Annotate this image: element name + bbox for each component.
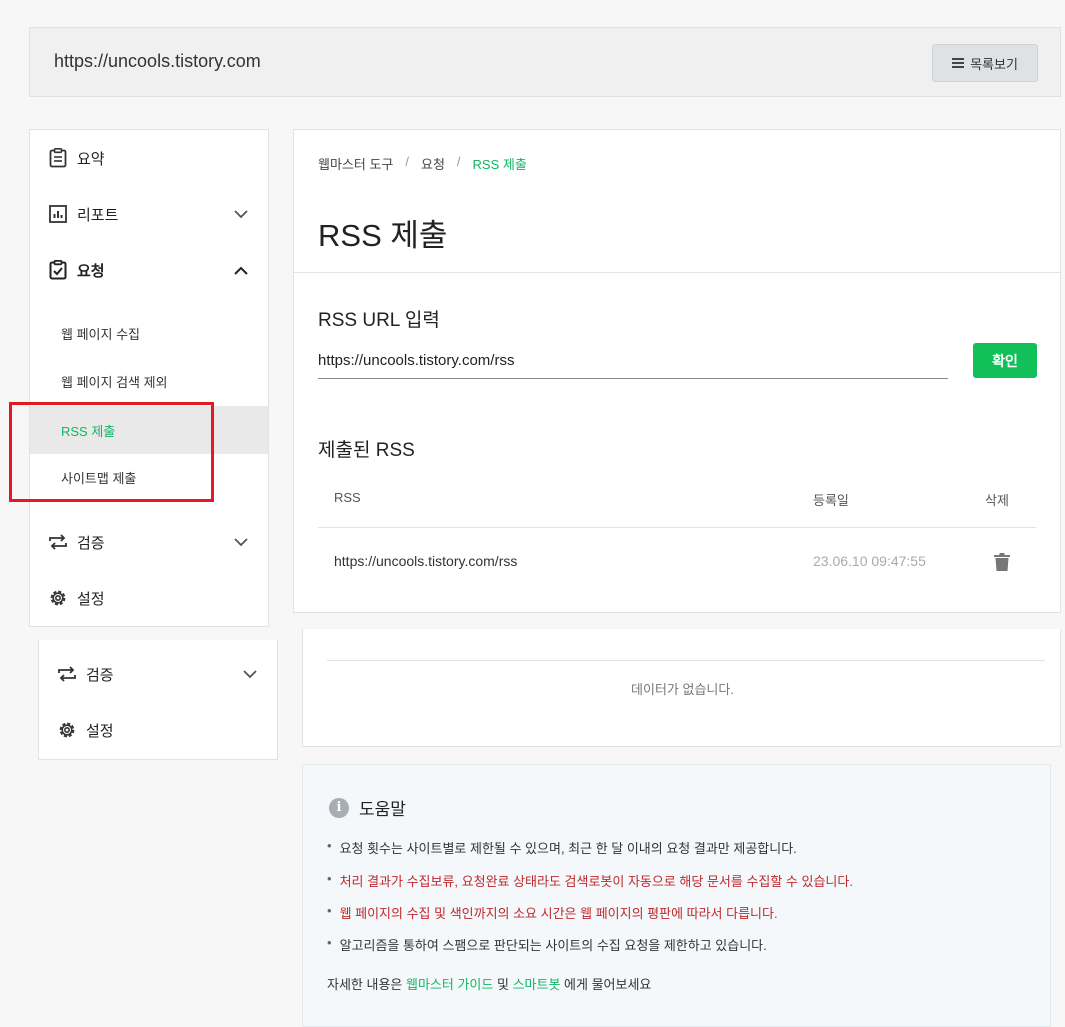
rss-url-input[interactable] — [318, 342, 948, 379]
chevron-down-icon — [243, 667, 257, 681]
help-item-text: 요청 횟수는 사이트별로 제한될 수 있으며, 최근 한 달 이내의 요청 결과… — [339, 841, 797, 856]
chevron-up-icon — [234, 263, 248, 277]
sidebar-item-verify[interactable]: 검증 — [30, 522, 268, 562]
empty-data-text: 데이터가 없습니다. — [631, 682, 734, 697]
sidebar-item-label: 리포트 — [77, 206, 119, 224]
help-footer-text: 및 — [496, 977, 509, 992]
bullet: • — [327, 871, 332, 886]
sub-item-web-page-collect[interactable]: 웹 페이지 수집 — [30, 309, 268, 357]
table-cell-rss: https://uncools.tistory.com/rss — [334, 553, 518, 569]
help-item: • 웹 페이지의 수집 및 색인까지의 소요 시간은 웹 페이지의 평판에 따라… — [327, 903, 778, 922]
bullet: • — [327, 903, 332, 918]
sidebar: 요약 리포트 요청 웹 페이지 수집 웹 페이지 검색 제외 RSS 제출 사이… — [29, 129, 269, 627]
column-header-date: 등록일 — [813, 493, 849, 508]
sidebar-duplicate: 검증 설정 — [38, 640, 278, 760]
site-url: https://uncools.tistory.com — [54, 51, 261, 71]
table-divider — [318, 527, 1036, 528]
sidebar-item-settings[interactable]: 설정 — [30, 578, 268, 618]
table-divider — [327, 660, 1045, 661]
breadcrumb-separator: / — [405, 154, 409, 169]
confirm-button[interactable]: 확인 — [973, 343, 1037, 378]
submitted-rss-title: 제출된 RSS — [318, 440, 415, 461]
help-item-text: 처리 결과가 수집보류, 요청완료 상태라도 검색로봇이 자동으로 해당 문서를… — [339, 874, 853, 889]
column-header-rss: RSS — [334, 490, 361, 505]
sub-item-label: RSS 제출 — [61, 423, 116, 439]
breadcrumb-current: RSS 제출 — [472, 157, 527, 172]
repeat-arrows-icon — [48, 532, 68, 552]
breadcrumb-item[interactable]: 웹마스터 도구 — [318, 154, 393, 173]
sub-item-rss-submit[interactable]: RSS 제출 — [30, 406, 268, 454]
bar-chart-icon — [48, 204, 68, 224]
sub-item-label: 웹 페이지 검색 제외 — [61, 374, 168, 390]
list-view-label: 목록보기 — [970, 56, 1018, 72]
gear-icon — [57, 720, 77, 740]
main-panel: 웹마스터 도구 / 요청 / RSS 제출 RSS 제출 RSS URL 입력 … — [293, 129, 1061, 613]
chevron-down-icon — [234, 207, 248, 221]
sidebar-item-label: 설정 — [86, 722, 114, 740]
repeat-arrows-icon — [57, 664, 77, 684]
bullet: • — [327, 935, 332, 950]
help-panel: i 도움말 • 요청 횟수는 사이트별로 제한될 수 있으며, 최근 한 달 이… — [302, 764, 1051, 1027]
help-item-text: 웹 페이지의 수집 및 색인까지의 소요 시간은 웹 페이지의 평판에 따라서 … — [339, 906, 778, 921]
list-view-button[interactable]: 목록보기 — [932, 44, 1038, 82]
info-icon: i — [329, 797, 349, 818]
sidebar-item-summary[interactable]: 요약 — [30, 138, 268, 178]
trash-icon[interactable] — [994, 553, 1010, 571]
sidebar-item-request[interactable]: 요청 — [30, 250, 268, 290]
sidebar-item-label: 설정 — [77, 590, 105, 608]
help-footer-text: 에게 물어보세요 — [564, 977, 652, 992]
help-title: 도움말 — [359, 800, 406, 819]
page-title: RSS 제출 — [318, 218, 448, 253]
divider — [294, 272, 1060, 273]
help-item: • 요청 횟수는 사이트별로 제한될 수 있으며, 최근 한 달 이내의 요청 … — [327, 838, 797, 857]
empty-data-panel: 데이터가 없습니다. — [302, 629, 1061, 747]
webmaster-guide-link[interactable]: 웹마스터 가이드 — [406, 977, 493, 992]
help-item: • 알고리즘을 통하여 스팸으로 판단되는 사이트의 수집 요청을 제한하고 있… — [327, 935, 767, 954]
sub-item-sitemap-submit[interactable]: 사이트맵 제출 — [30, 453, 268, 501]
bullet: • — [327, 838, 332, 853]
smartbot-link[interactable]: 스마트봇 — [513, 977, 561, 992]
breadcrumb-separator: / — [456, 154, 461, 169]
sidebar-item-label: 검증 — [77, 534, 105, 552]
help-header: i 도움말 — [329, 795, 406, 820]
help-item: • 처리 결과가 수집보류, 요청완료 상태라도 검색로봇이 자동으로 해당 문… — [327, 871, 853, 890]
help-item-text: 알고리즘을 통하여 스팸으로 판단되는 사이트의 수집 요청을 제한하고 있습니… — [339, 938, 767, 953]
help-footer-text: 자세한 내용은 — [327, 977, 403, 992]
top-bar: https://uncools.tistory.com 목록보기 — [29, 27, 1061, 97]
sidebar-item-label: 검증 — [86, 666, 114, 684]
sidebar-item-report[interactable]: 리포트 — [30, 194, 268, 234]
rss-input-label: RSS URL 입력 — [318, 310, 440, 331]
clipboard-icon — [48, 148, 68, 168]
list-icon — [952, 58, 965, 68]
gear-icon — [48, 588, 68, 608]
sub-item-web-page-exclude[interactable]: 웹 페이지 검색 제외 — [30, 357, 268, 405]
sidebar-item-label: 요약 — [77, 150, 105, 168]
sub-item-label: 웹 페이지 수집 — [61, 326, 140, 342]
chevron-down-icon — [234, 535, 248, 549]
checkbox-clipboard-icon — [48, 260, 68, 280]
sub-item-label: 사이트맵 제출 — [61, 470, 137, 486]
breadcrumb-item[interactable]: 요청 — [421, 154, 445, 173]
breadcrumb: 웹마스터 도구 / 요청 / RSS 제출 — [318, 154, 527, 173]
sidebar-item-label: 요청 — [77, 262, 105, 280]
column-header-delete: 삭제 — [985, 493, 1009, 508]
table-cell-date: 23.06.10 09:47:55 — [813, 553, 926, 569]
help-footer: 자세한 내용은 웹마스터 가이드 및 스마트봇 에게 물어보세요 — [327, 974, 651, 993]
sidebar-item-settings[interactable]: 설정 — [39, 710, 277, 750]
sidebar-item-verify[interactable]: 검증 — [39, 654, 277, 694]
